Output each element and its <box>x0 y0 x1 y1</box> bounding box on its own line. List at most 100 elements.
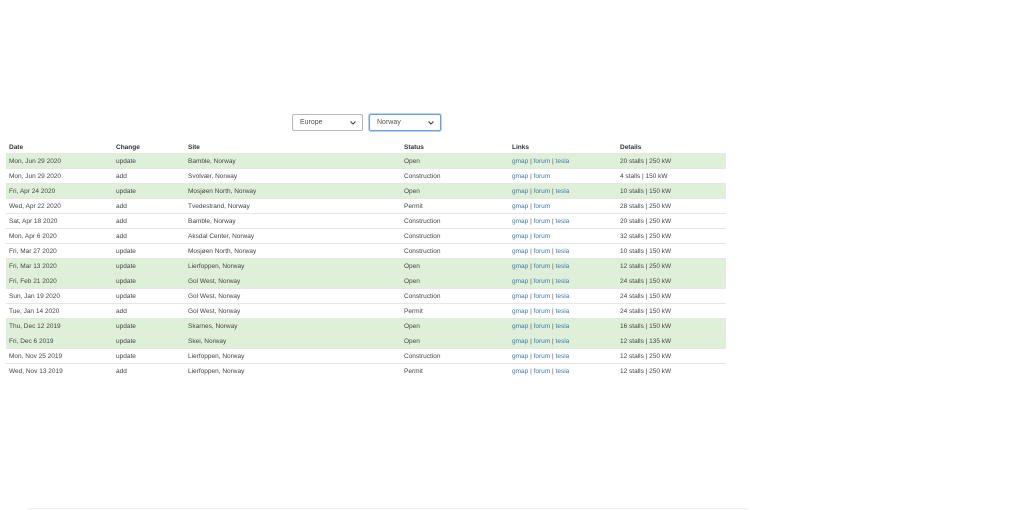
link-gmap[interactable]: gmap <box>512 233 528 240</box>
cell-site: Bamble, Norway <box>185 153 401 169</box>
country-select[interactable]: Norway <box>369 114 441 131</box>
cell-status: Open <box>401 258 509 274</box>
column-header-status: Status <box>404 143 424 151</box>
cell-links: gmap | forum | tesla <box>509 183 617 199</box>
cell-status: Construction <box>401 243 509 259</box>
link-separator: | <box>530 217 532 225</box>
link-forum[interactable]: forum <box>534 353 551 360</box>
link-tesla[interactable]: tesla <box>556 278 570 285</box>
cell-site: Tvedestrand, Norway <box>185 198 401 214</box>
link-gmap[interactable]: gmap <box>512 323 528 330</box>
table-row: Wed, Apr 22 2020 add Tvedestrand, Norway Pe… <box>6 198 726 214</box>
link-forum[interactable]: forum <box>534 293 551 300</box>
link-forum[interactable]: forum <box>534 278 551 285</box>
link-separator: | <box>530 352 532 360</box>
link-separator: | <box>530 307 532 315</box>
link-gmap[interactable]: gmap <box>512 263 528 270</box>
table-row: Mon, Jun 29 2020 update Bamble, Norway Open… <box>6 153 726 169</box>
cell-details: 10 stalls | 150 kW <box>617 243 726 259</box>
table-row: Mon, Apr 6 2020 add Aksdal Center, Norway C… <box>6 228 726 244</box>
link-gmap[interactable]: gmap <box>512 353 528 360</box>
link-separator: | <box>552 337 554 345</box>
cell-details: 32 stalls | 250 kW <box>617 228 726 244</box>
link-forum[interactable]: forum <box>534 203 551 210</box>
cell-change: update <box>113 333 185 349</box>
table-row: Mon, Nov 25 2019 update Lierfoppen, Norway… <box>6 348 726 364</box>
link-forum[interactable]: forum <box>534 173 551 180</box>
page: Europe Norway Date Change Site Status Li… <box>0 0 1024 510</box>
cell-details: 24 stalls | 150 kW <box>617 288 726 304</box>
link-tesla[interactable]: tesla <box>556 323 570 330</box>
link-forum[interactable]: forum <box>534 233 551 240</box>
cell-details: 24 stalls | 150 kW <box>617 273 726 289</box>
cell-change: add <box>113 198 185 214</box>
cell-status: Open <box>401 183 509 199</box>
filter-bar: Europe Norway <box>292 114 441 131</box>
link-tesla[interactable]: tesla <box>556 293 570 300</box>
link-tesla[interactable]: tesla <box>556 218 570 225</box>
link-gmap[interactable]: gmap <box>512 278 528 285</box>
cell-date: Mon, Nov 25 2019 <box>6 348 113 364</box>
link-separator: | <box>530 172 532 180</box>
link-forum[interactable]: forum <box>534 308 551 315</box>
link-forum[interactable]: forum <box>534 248 551 255</box>
cell-site: Gol West, Norway <box>185 303 401 319</box>
cell-status: Open <box>401 318 509 334</box>
link-forum[interactable]: forum <box>534 368 551 375</box>
link-separator: | <box>530 202 532 210</box>
link-gmap[interactable]: gmap <box>512 173 528 180</box>
region-select[interactable]: Europe <box>292 114 363 131</box>
cell-links: gmap | forum | tesla <box>509 153 617 169</box>
link-forum[interactable]: forum <box>534 158 551 165</box>
cell-change: add <box>113 213 185 229</box>
link-separator: | <box>552 157 554 165</box>
cell-site: Lierfoppen, Norway <box>185 258 401 274</box>
cell-links: gmap | forum | tesla <box>509 273 617 289</box>
link-tesla[interactable]: tesla <box>556 263 570 270</box>
link-forum[interactable]: forum <box>534 338 551 345</box>
link-gmap[interactable]: gmap <box>512 188 528 195</box>
link-gmap[interactable]: gmap <box>512 248 528 255</box>
cell-details: 12 stalls | 250 kW <box>617 348 726 364</box>
cell-change: update <box>113 318 185 334</box>
link-gmap[interactable]: gmap <box>512 218 528 225</box>
cell-links: gmap | forum <box>509 168 617 184</box>
table-body: Mon, Jun 29 2020 update Bamble, Norway Open… <box>6 153 726 378</box>
link-forum[interactable]: forum <box>534 263 551 270</box>
link-gmap[interactable]: gmap <box>512 203 528 210</box>
table-row: Wed, Nov 13 2019 add Lierfoppen, Norway Per… <box>6 363 726 378</box>
link-forum[interactable]: forum <box>534 218 551 225</box>
link-forum[interactable]: forum <box>534 323 551 330</box>
link-tesla[interactable]: tesla <box>556 368 570 375</box>
link-tesla[interactable]: tesla <box>556 188 570 195</box>
cell-site: Skarnes, Norway <box>185 318 401 334</box>
cell-status: Permit <box>401 303 509 319</box>
cell-site: Lierfoppen, Norway <box>185 363 401 378</box>
table-row: Fri, Feb 21 2020 update Gol West, Norway Op… <box>6 273 726 289</box>
cell-change: add <box>113 363 185 378</box>
cell-links: gmap | forum | tesla <box>509 243 617 259</box>
cell-details: 20 stalls | 250 kW <box>617 153 726 169</box>
link-gmap[interactable]: gmap <box>512 158 528 165</box>
cell-date: Mon, Jun 29 2020 <box>6 168 113 184</box>
link-gmap[interactable]: gmap <box>512 368 528 375</box>
table-row: Sat, Apr 18 2020 add Bamble, Norway Constru… <box>6 213 726 229</box>
link-gmap[interactable]: gmap <box>512 293 528 300</box>
cell-change: update <box>113 153 185 169</box>
link-tesla[interactable]: tesla <box>556 158 570 165</box>
link-separator: | <box>552 352 554 360</box>
table-row: Tue, Jan 14 2020 add Gol West, Norway Permi… <box>6 303 726 319</box>
link-tesla[interactable]: tesla <box>556 338 570 345</box>
cell-change: add <box>113 168 185 184</box>
cell-date: Thu, Dec 12 2019 <box>6 318 113 334</box>
link-tesla[interactable]: tesla <box>556 353 570 360</box>
link-tesla[interactable]: tesla <box>556 248 570 255</box>
link-gmap[interactable]: gmap <box>512 338 528 345</box>
link-separator: | <box>530 247 532 255</box>
link-separator: | <box>530 292 532 300</box>
cell-status: Construction <box>401 288 509 304</box>
link-gmap[interactable]: gmap <box>512 308 528 315</box>
cell-site: Svolvær, Norway <box>185 168 401 184</box>
link-tesla[interactable]: tesla <box>556 308 570 315</box>
link-forum[interactable]: forum <box>534 188 551 195</box>
